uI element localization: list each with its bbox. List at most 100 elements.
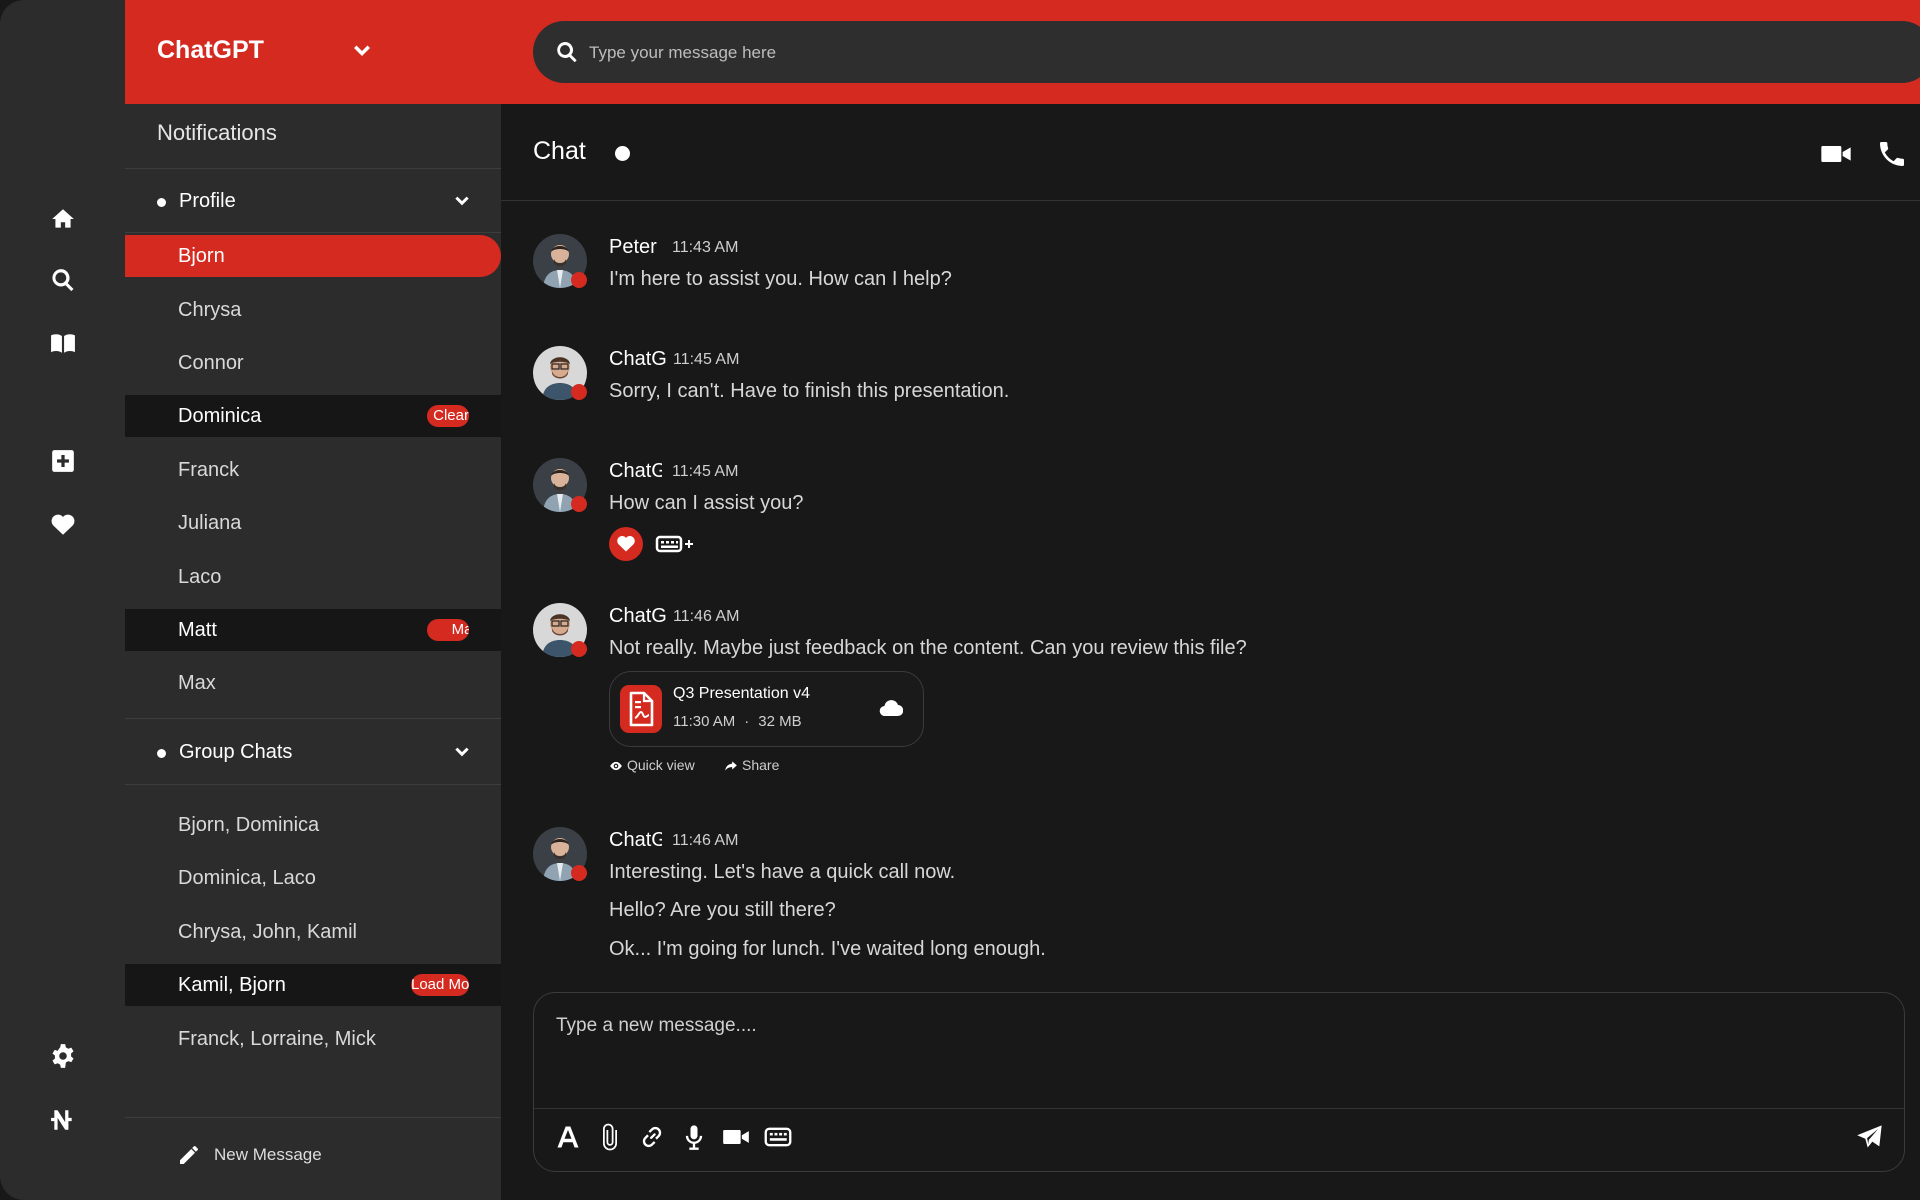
- attachment-icon[interactable]: [596, 1123, 626, 1153]
- contact-item-max[interactable]: Max: [125, 662, 501, 704]
- contact-name: Max: [178, 672, 216, 694]
- mark-all-badge-button[interactable]: Mark All: [427, 619, 469, 641]
- contact-name: Laco: [178, 566, 222, 588]
- notifications-link[interactable]: Notifications: [157, 120, 277, 146]
- search-bar: [533, 21, 1920, 83]
- contact-item-dominica[interactable]: Dominica Clear: [125, 395, 501, 437]
- contact-item-laco[interactable]: Laco: [125, 556, 501, 598]
- profile-section-header[interactable]: Profile: [125, 182, 501, 222]
- link-icon[interactable]: [638, 1123, 668, 1153]
- bullet-dot: [157, 198, 166, 207]
- contact-name: Connor: [178, 352, 244, 374]
- contact-name: Bjorn: [178, 245, 225, 267]
- group-name: Dominica, Laco: [178, 867, 316, 889]
- keyboard-icon[interactable]: [764, 1123, 794, 1153]
- new-message-label: New Message: [214, 1145, 322, 1164]
- sidebar: Notifications Profile Bjorn Chrysa Conno…: [125, 104, 501, 1200]
- message-input[interactable]: [554, 1013, 1858, 1087]
- group-item[interactable]: Chrysa, John, Kamil: [125, 911, 501, 953]
- search-icon[interactable]: [40, 257, 86, 303]
- heart-icon[interactable]: [40, 502, 86, 548]
- chevron-down-icon[interactable]: [350, 40, 374, 64]
- home-icon[interactable]: [40, 196, 86, 242]
- share-label: Share: [742, 757, 780, 773]
- video-icon[interactable]: [722, 1123, 752, 1153]
- send-icon[interactable]: [1856, 1123, 1886, 1153]
- message-time: 11:45 AM: [673, 351, 740, 368]
- search-input[interactable]: [587, 33, 1891, 73]
- search-icon: [555, 40, 579, 64]
- group-name: Kamil, Bjorn: [178, 974, 286, 996]
- bullet-dot: [157, 749, 166, 758]
- contact-item-matt[interactable]: Matt Mark All: [125, 609, 501, 651]
- microphone-icon[interactable]: [680, 1123, 710, 1153]
- group-item[interactable]: Franck, Lorraine, Mick: [125, 1018, 501, 1060]
- group-name: Franck, Lorraine, Mick: [178, 1028, 376, 1050]
- add-reaction-button[interactable]: [655, 530, 695, 558]
- sender-name: ChatG: [609, 460, 662, 482]
- chat-title: Chat: [533, 137, 586, 165]
- contact-name: Dominica: [178, 405, 262, 427]
- contact-item-bjorn[interactable]: Bjorn: [125, 235, 501, 277]
- composer-divider: [534, 1108, 1904, 1109]
- chat-panel: Chat Peter 11:43 AM I'm here to assist y…: [501, 104, 1920, 1200]
- status-badge: [571, 641, 587, 657]
- contact-item-franck[interactable]: Franck: [125, 449, 501, 491]
- contact-item-connor[interactable]: Connor: [125, 342, 501, 384]
- message-time: 11:43 AM: [672, 239, 739, 256]
- message-text: Interesting. Let's have a quick call now…: [609, 861, 956, 883]
- status-badge: [571, 384, 587, 400]
- keyboard-plus-icon: [655, 535, 693, 553]
- group-item[interactable]: Kamil, Bjorn Load More: [125, 964, 501, 1006]
- heart-reaction-button[interactable]: [609, 527, 643, 561]
- add-square-icon[interactable]: [40, 438, 86, 484]
- chevron-down-icon: [452, 192, 472, 212]
- group-chats-section-header[interactable]: Group Chats: [125, 733, 501, 773]
- top-header: ChatGPT: [125, 0, 1920, 104]
- load-more-badge-button[interactable]: Load More: [411, 974, 469, 996]
- sender-name: ChatG: [609, 348, 667, 370]
- header-divider: [501, 200, 1920, 201]
- contact-item-juliana[interactable]: Juliana: [125, 502, 501, 544]
- group-item[interactable]: Bjorn, Dominica: [125, 804, 501, 846]
- divider: [125, 718, 501, 719]
- eye-icon: [610, 761, 622, 771]
- clear-badge-button[interactable]: Clear: [427, 405, 469, 427]
- message-text: Ok... I'm going for lunch. I've waited l…: [609, 938, 1046, 960]
- message-text: How can I assist you?: [609, 492, 804, 514]
- currency-icon[interactable]: [40, 1097, 86, 1143]
- video-call-button[interactable]: [1820, 138, 1854, 172]
- message-time: 11:46 AM: [672, 832, 739, 849]
- group-item[interactable]: Dominica, Laco: [125, 857, 501, 899]
- message-composer: [533, 992, 1905, 1172]
- voice-call-button[interactable]: [1876, 138, 1910, 172]
- cloud-download-icon[interactable]: [879, 698, 904, 718]
- text-format-icon[interactable]: [554, 1123, 584, 1153]
- book-icon[interactable]: [40, 320, 86, 366]
- file-meta: 11:30 AM · 32 MB: [673, 713, 802, 730]
- group-name: Chrysa, John, Kamil: [178, 921, 357, 943]
- contact-item-chrysa[interactable]: Chrysa: [125, 289, 501, 331]
- sender-name: ChatG: [609, 829, 662, 851]
- message-text: Not really. Maybe just feedback on the c…: [609, 637, 1247, 659]
- contact-name: Franck: [178, 459, 240, 481]
- settings-icon[interactable]: [40, 1033, 86, 1079]
- divider: [125, 1117, 501, 1118]
- message-time: 11:45 AM: [672, 463, 739, 480]
- section-label: Profile: [179, 190, 236, 212]
- divider: [125, 168, 501, 169]
- divider: [125, 784, 501, 785]
- file-attachment[interactable]: Q3 Presentation v4 11:30 AM · 32 MB: [609, 671, 924, 747]
- pencil-icon: [180, 1146, 198, 1164]
- message-text: Hello? Are you still there?: [609, 899, 836, 921]
- group-name: Bjorn, Dominica: [178, 814, 320, 836]
- quick-view-label: Quick view: [627, 757, 695, 773]
- status-badge: [571, 496, 587, 512]
- icon-rail: [0, 0, 125, 1200]
- app-title: ChatGPT: [157, 36, 264, 64]
- online-status-dot: [615, 146, 630, 161]
- phone-icon: [1880, 142, 1904, 166]
- contact-name: Chrysa: [178, 299, 242, 321]
- divider: [125, 232, 501, 233]
- sender-name: Peter: [609, 236, 657, 258]
